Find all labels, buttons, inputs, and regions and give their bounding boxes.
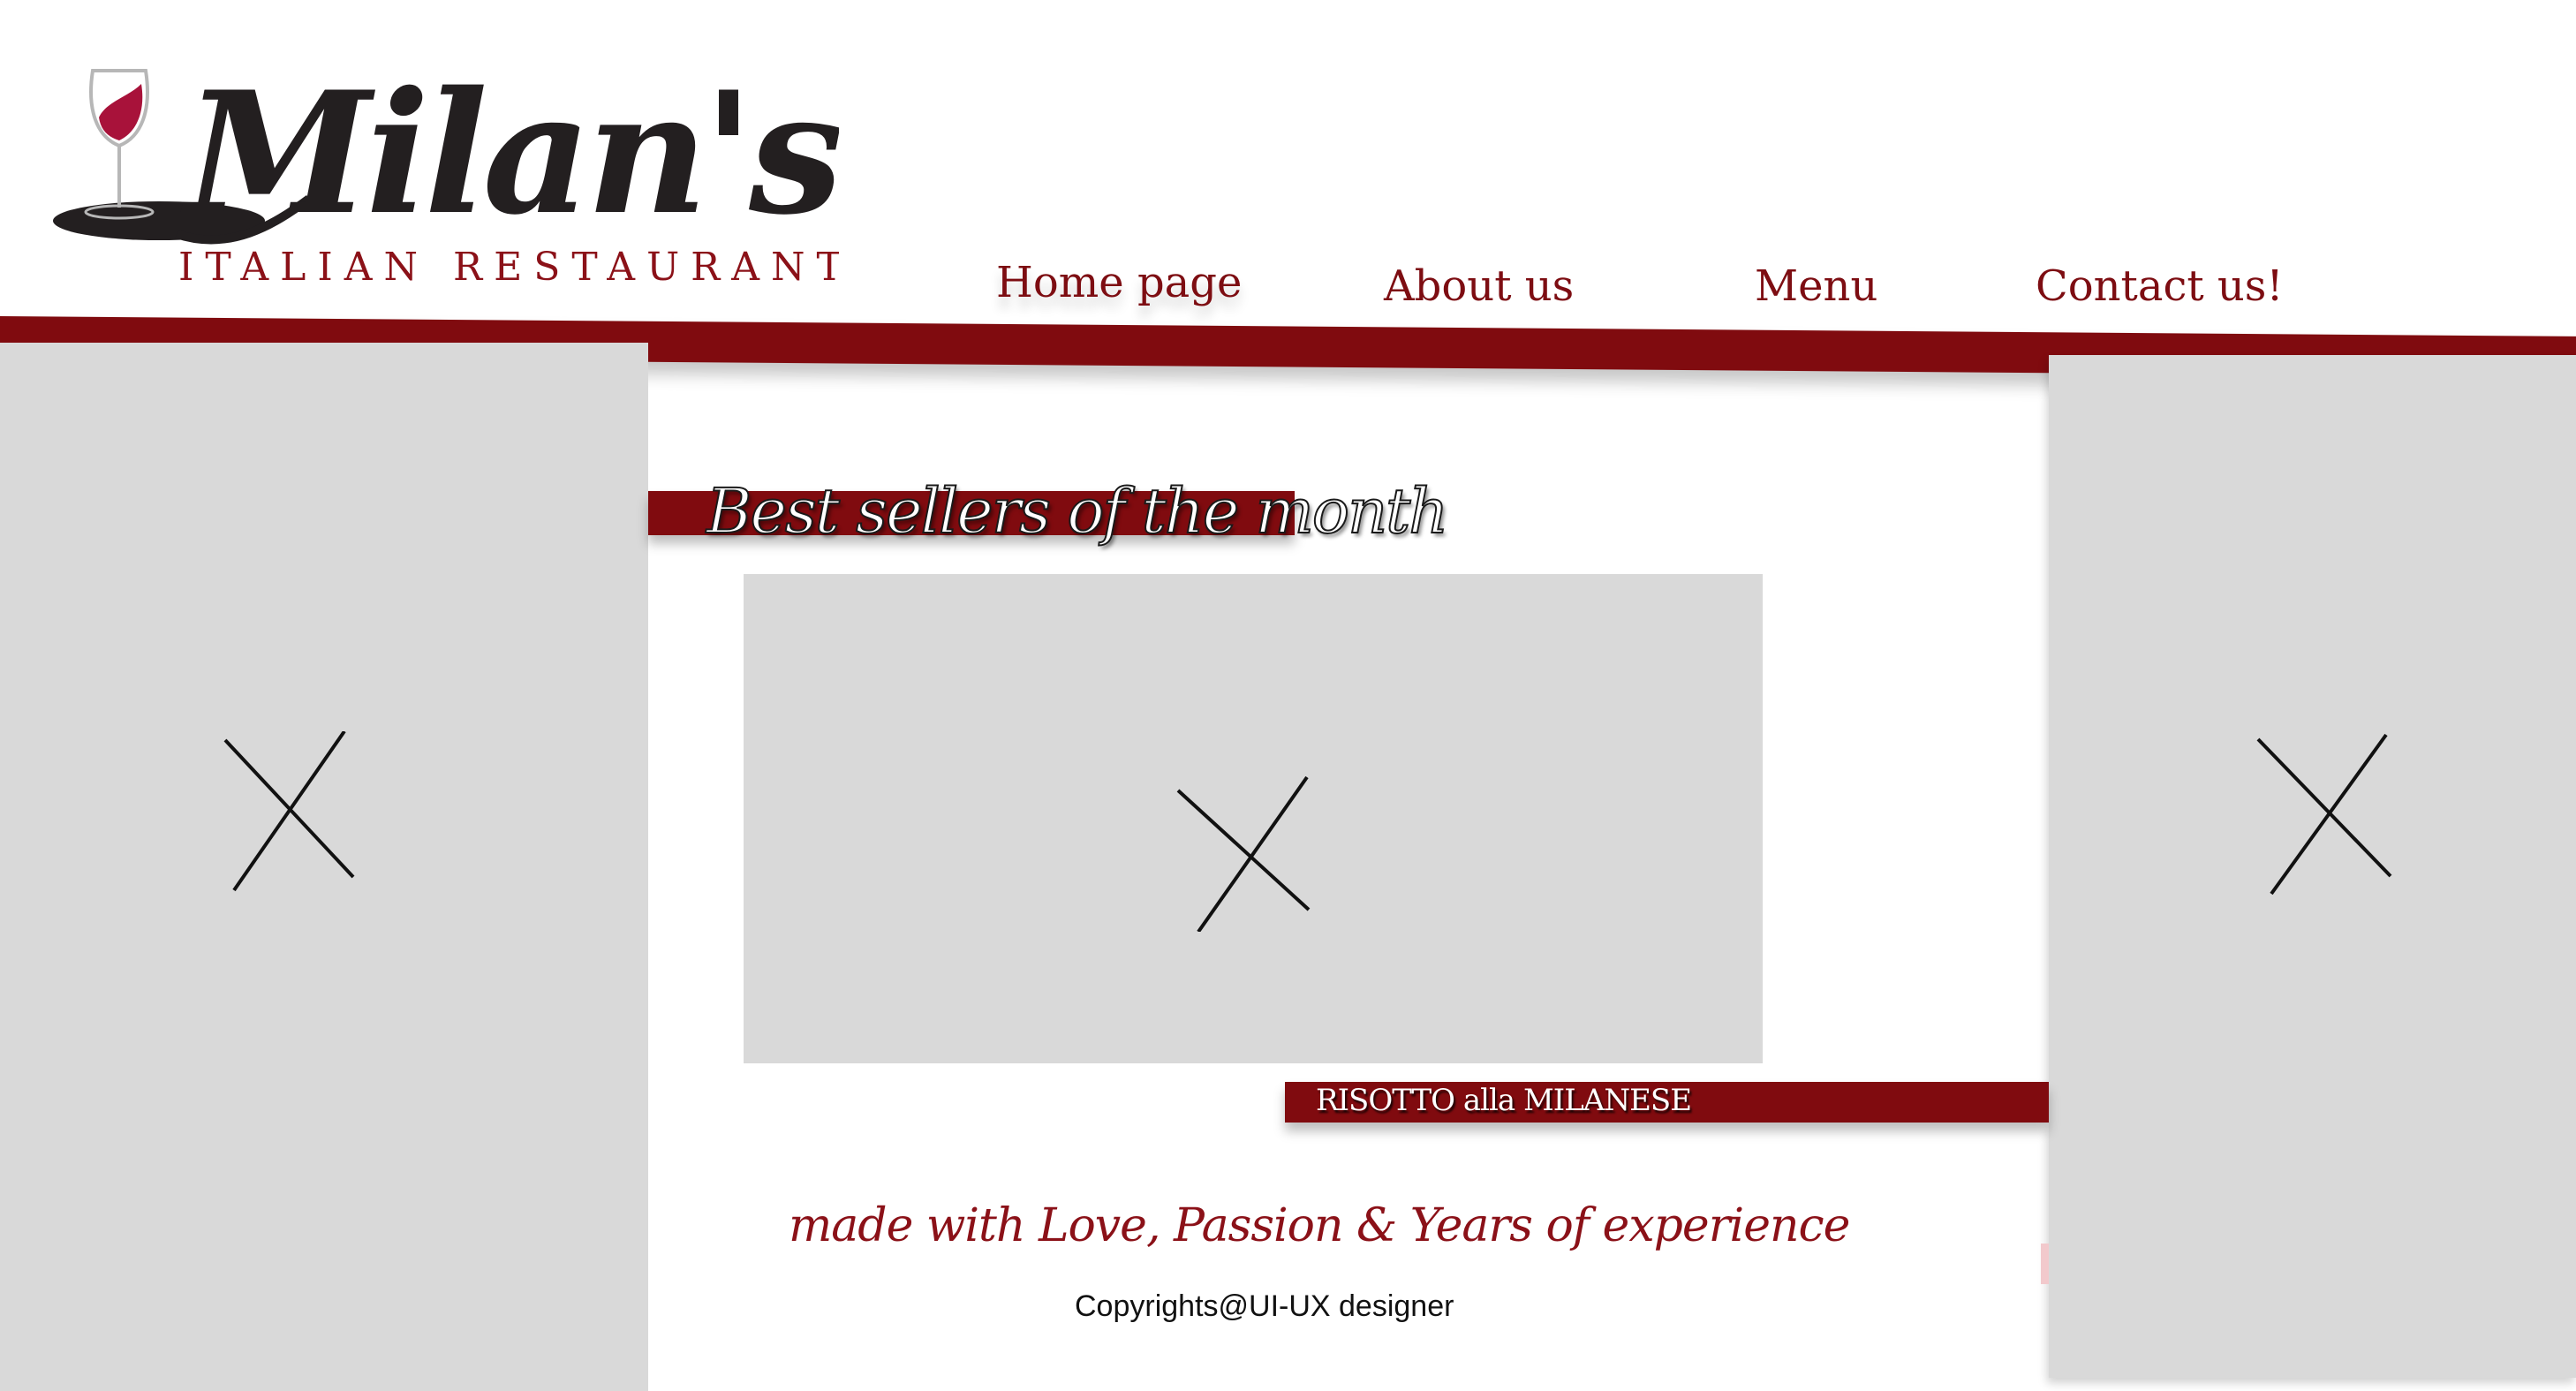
nav-contact-link[interactable]: Contact us! (2036, 265, 2284, 307)
logo-subtitle: ITALIAN RESTAURANT (178, 245, 839, 290)
nav-menu-link[interactable]: Menu (1755, 265, 1877, 307)
brand-logo[interactable]: Milan's ITALIAN RESTAURANT (44, 49, 839, 305)
dish-image-placeholder[interactable] (744, 574, 1763, 1063)
tagline: made with Love, Passion & Years of exper… (789, 1199, 1850, 1252)
logo-graphic: Milan's ITALIAN RESTAURANT (53, 55, 839, 290)
dish-name: RISOTTO alla MILANESE (1316, 1083, 1692, 1118)
x-mark-icon (208, 731, 366, 908)
right-image-placeholder (2049, 355, 2576, 1378)
x-mark-icon (1167, 755, 1318, 932)
logo-wordmark: Milan's (180, 55, 839, 252)
copyright-text: Copyrights@UI-UX designer (1075, 1289, 1454, 1323)
page: Milan's ITALIAN RESTAURANT Home page Abo… (0, 0, 2576, 1391)
nav-home-link[interactable]: Home page (996, 261, 1242, 304)
x-mark-icon (2249, 730, 2399, 907)
section-title: Best sellers of the month (706, 474, 1449, 548)
nav-about-link[interactable]: About us (1384, 265, 1574, 307)
left-image-placeholder (0, 343, 648, 1391)
decorative-mark (2041, 1244, 2049, 1284)
wine-glass-icon (84, 69, 155, 220)
